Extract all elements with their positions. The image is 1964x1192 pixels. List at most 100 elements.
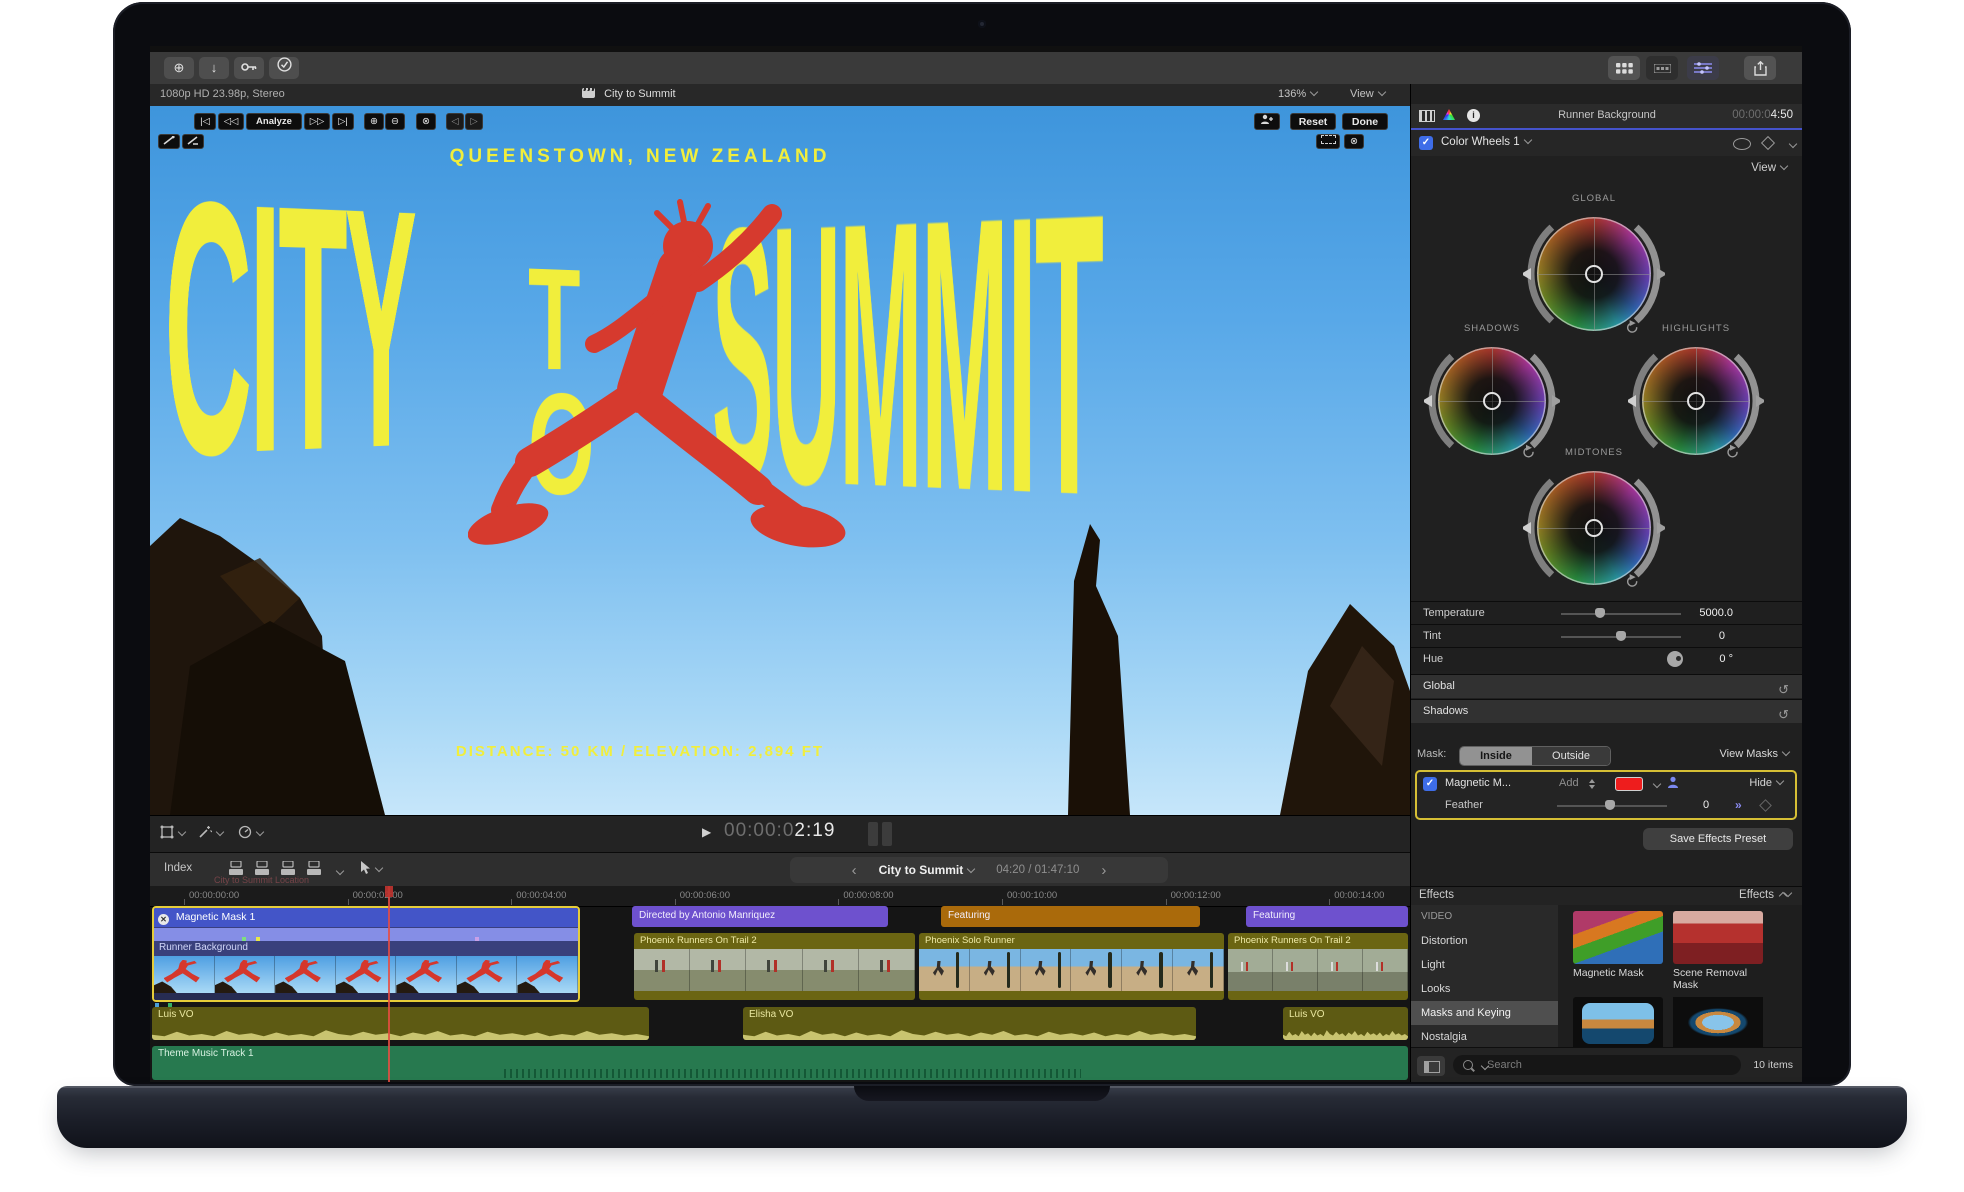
effect-keyframe-bar[interactable]: [154, 927, 578, 941]
audio-clip-elisha-vo[interactable]: Elisha VO: [743, 1007, 1196, 1040]
add-person-button[interactable]: [1254, 113, 1280, 130]
effect-thumb-magnetic-mask[interactable]: [1573, 911, 1663, 964]
effects-search-input[interactable]: [1453, 1055, 1741, 1075]
share-button[interactable]: [1744, 56, 1776, 80]
tool-select-menu[interactable]: [360, 861, 382, 875]
feather-slider[interactable]: [1557, 805, 1667, 807]
audio-meter-left[interactable]: [868, 822, 878, 846]
timeline-project-menu[interactable]: City to Summit: [879, 863, 975, 877]
effect-thumb-scene-removal[interactable]: [1673, 911, 1763, 964]
mask-outside-segment[interactable]: Outside: [1532, 747, 1610, 765]
slider-thumb[interactable]: [1595, 608, 1605, 618]
effect-enabled-checkbox[interactable]: ✓: [1419, 136, 1433, 150]
delete-mask-button[interactable]: ⊗: [416, 113, 436, 130]
wheel-center-handle[interactable]: [1687, 392, 1705, 410]
remove-effect-icon[interactable]: ✕: [158, 914, 169, 925]
clip-phoenix-trail-1[interactable]: Phoenix Runners On Trail 2: [634, 933, 915, 1000]
mask-blend-menu[interactable]: Add: [1559, 777, 1579, 789]
goto-effect-icon[interactable]: »: [1735, 798, 1742, 812]
keywords-button[interactable]: [234, 57, 264, 79]
effect-name-menu[interactable]: Color Wheels 1: [1441, 136, 1531, 148]
effect-thumb-draw-mask[interactable]: [1573, 997, 1663, 1047]
clip-phoenix-trail-2[interactable]: Phoenix Runners On Trail 2: [1228, 933, 1408, 1000]
playhead-handle[interactable]: [385, 886, 393, 897]
history-forward-button[interactable]: ›: [1101, 862, 1106, 879]
wheels-view-menu[interactable]: View: [1751, 162, 1787, 174]
viewer-view-menu[interactable]: View: [1350, 88, 1385, 100]
keyframe-diamond-icon[interactable]: [1761, 136, 1775, 150]
reset-icon[interactable]: ↺: [1778, 703, 1789, 726]
go-to-start-button[interactable]: |◁: [194, 113, 216, 130]
erase-stroke-tool[interactable]: [182, 134, 204, 149]
slider-value[interactable]: 5000.0: [1699, 607, 1733, 619]
hue-knob[interactable]: [1667, 651, 1683, 667]
clip-phoenix-solo[interactable]: Phoenix Solo Runner: [919, 933, 1224, 1000]
slider-value[interactable]: 0 °: [1719, 653, 1733, 665]
clip-audio-band[interactable]: [154, 993, 578, 1002]
retime-menu[interactable]: [238, 825, 263, 839]
effects-category-light[interactable]: Light: [1411, 953, 1558, 977]
audio-clip-luis-vo-2[interactable]: Luis VO: [1283, 1007, 1408, 1040]
effect-label[interactable]: Magnetic Mask: [1573, 967, 1665, 979]
effect-label[interactable]: Scene Removal Mask: [1673, 967, 1765, 991]
clip-filmstrip[interactable]: [154, 956, 578, 993]
tint-slider[interactable]: [1561, 636, 1681, 638]
audio-clip-luis-vo-1[interactable]: Luis VO: [152, 1007, 649, 1040]
remove-stroke-button[interactable]: ⊖: [385, 113, 405, 130]
slider-value[interactable]: 0: [1719, 630, 1725, 642]
enhancements-menu[interactable]: [198, 825, 223, 839]
effects-category-distortion[interactable]: Distortion: [1411, 929, 1558, 953]
shadows-reset-row[interactable]: Shadows ↺: [1411, 699, 1802, 723]
feather-value[interactable]: 0: [1703, 799, 1709, 811]
mask-inside-segment[interactable]: Inside: [1460, 747, 1532, 765]
audio-meter-right[interactable]: [882, 822, 892, 846]
person-mask-icon[interactable]: [1667, 776, 1679, 791]
step-back-button[interactable]: ◁◁: [218, 113, 244, 130]
effects-category-looks[interactable]: Looks: [1411, 977, 1558, 1001]
magnetic-mask-effect-bar[interactable]: ✕ Magnetic Mask 1: [154, 908, 578, 927]
done-button[interactable]: Done: [1342, 113, 1388, 130]
playhead[interactable]: [388, 886, 390, 1082]
wheel-center-handle[interactable]: [1483, 392, 1501, 410]
view-masks-menu[interactable]: View Masks: [1720, 748, 1789, 760]
prev-item-button[interactable]: ◁: [446, 113, 464, 130]
viewer-zoom-menu[interactable]: 136%: [1278, 88, 1317, 100]
selected-clip-runner-background[interactable]: ✕ Magnetic Mask 1 Runner Background: [152, 906, 580, 1002]
audio-clip-theme-music[interactable]: Theme Music Track 1: [152, 1046, 1408, 1080]
transform-tool-menu[interactable]: [160, 825, 185, 839]
mask-color-swatch[interactable]: [1615, 777, 1643, 791]
temperature-slider[interactable]: [1561, 613, 1681, 615]
keyframe-diamond-icon[interactable]: [1759, 799, 1772, 812]
inspector-toggle-button[interactable]: [1687, 56, 1719, 80]
timeline-ruler[interactable]: 00:00:00:0000:00:02:0000:00:04:0000:00:0…: [150, 886, 1410, 907]
background-tasks-button[interactable]: [269, 57, 299, 79]
next-item-button[interactable]: ▷: [465, 113, 483, 130]
download-button[interactable]: ↓: [199, 57, 229, 79]
global-reset-row[interactable]: Global ↺: [1411, 674, 1802, 698]
index-button[interactable]: Index: [164, 862, 192, 874]
slider-thumb[interactable]: [1616, 631, 1626, 641]
effect-thumb-vignette-mask[interactable]: [1673, 997, 1763, 1047]
effects-category-nostalgia[interactable]: Nostalgia: [1411, 1025, 1558, 1047]
browser-view-button[interactable]: [1608, 56, 1640, 80]
play-button[interactable]: ▶: [702, 825, 711, 839]
title-clip-featuring-1[interactable]: Featuring: [941, 906, 1200, 927]
stepper-icon[interactable]: [1589, 776, 1595, 792]
reset-icon[interactable]: ↺: [1778, 678, 1789, 701]
reset-button[interactable]: Reset: [1290, 113, 1336, 130]
mask-shape-icon[interactable]: [1733, 138, 1751, 150]
wheel-center-handle[interactable]: [1585, 265, 1603, 283]
go-to-end-button[interactable]: ▷|: [332, 113, 354, 130]
title-clip-directed[interactable]: Directed by Antonio Manriquez: [632, 906, 888, 927]
effects-sort-menu[interactable]: Effects: [1739, 889, 1791, 901]
import-media-button[interactable]: ⊕: [164, 57, 194, 79]
chevron-down-icon[interactable]: [1653, 780, 1661, 788]
title-clip-featuring-2[interactable]: Featuring: [1246, 906, 1408, 927]
slider-thumb[interactable]: [1605, 800, 1615, 810]
add-stroke-button[interactable]: ⊕: [364, 113, 384, 130]
mask-enabled-checkbox[interactable]: ✓: [1423, 777, 1437, 791]
mask-hide-menu[interactable]: Hide: [1749, 777, 1783, 789]
save-effects-preset-button[interactable]: Save Effects Preset: [1643, 828, 1793, 850]
media-browser-toggle[interactable]: [1417, 1056, 1445, 1076]
wheel-center-handle[interactable]: [1585, 519, 1603, 537]
